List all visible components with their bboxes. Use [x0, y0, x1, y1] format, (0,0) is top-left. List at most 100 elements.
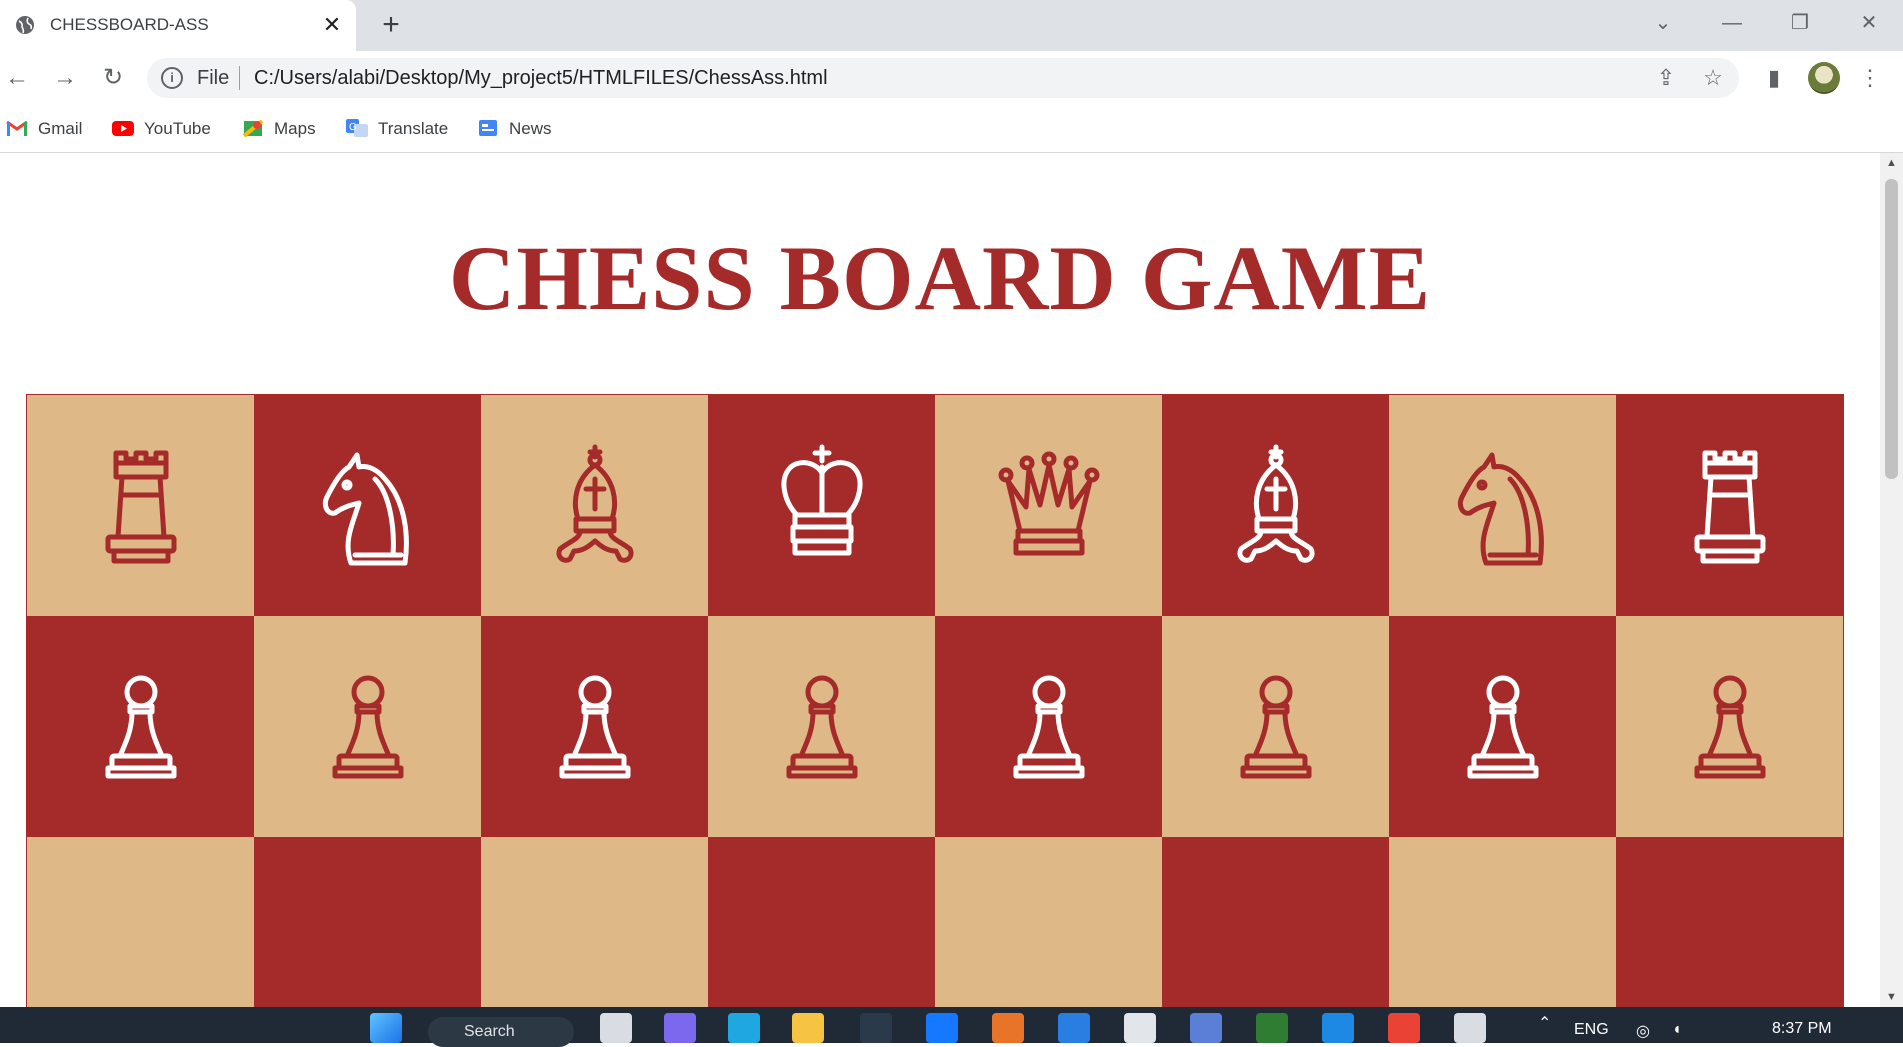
- forward-arrow-icon[interactable]: →: [50, 63, 80, 93]
- board-square[interactable]: [708, 837, 935, 1007]
- reload-icon[interactable]: ↻: [98, 63, 128, 93]
- bookmark-news[interactable]: News: [477, 116, 552, 142]
- board-square[interactable]: [708, 395, 935, 616]
- scrollbar-thumb[interactable]: [1885, 179, 1898, 479]
- chrome-icon[interactable]: [1388, 1013, 1420, 1043]
- gmail-icon: [6, 119, 28, 137]
- board-square[interactable]: [1162, 395, 1389, 616]
- board-square[interactable]: [27, 616, 254, 837]
- dropbox-icon[interactable]: [926, 1013, 958, 1043]
- file-explorer-icon[interactable]: [792, 1013, 824, 1043]
- board-square[interactable]: [254, 837, 481, 1007]
- restore-icon[interactable]: ❐: [1780, 8, 1820, 38]
- info-icon[interactable]: i: [161, 67, 183, 89]
- bookmark-star-icon[interactable]: ☆: [1699, 64, 1727, 92]
- mail-icon[interactable]: [1058, 1013, 1090, 1043]
- board-square[interactable]: [27, 395, 254, 616]
- window-close-icon[interactable]: ✕: [1849, 8, 1889, 38]
- pawn-icon: [1694, 675, 1765, 778]
- board-square[interactable]: [1389, 395, 1616, 616]
- start-windows-icon[interactable]: [370, 1013, 402, 1043]
- bookmark-label: News: [509, 119, 552, 138]
- network-globe-icon[interactable]: ◎: [1636, 1021, 1650, 1041]
- rook-icon: [1694, 450, 1765, 563]
- browser-tab[interactable]: CHESSBOARD-ASS ✕: [0, 0, 356, 51]
- king-icon: [780, 444, 863, 555]
- board-square[interactable]: [254, 395, 481, 616]
- bookmark-maps[interactable]: Maps: [242, 116, 316, 142]
- board-square[interactable]: [1162, 837, 1389, 1007]
- back-arrow-icon[interactable]: ←: [2, 63, 32, 93]
- url-text[interactable]: C:/Users/alabi/Desktop/My_project5/HTMLF…: [254, 67, 828, 90]
- pawn-icon: [1013, 675, 1084, 778]
- board-square[interactable]: [481, 616, 708, 837]
- pawn-icon: [786, 675, 857, 778]
- app-icon[interactable]: [860, 1013, 892, 1043]
- board-square[interactable]: [27, 837, 254, 1007]
- queen-icon: [998, 451, 1099, 555]
- board-square[interactable]: [1616, 837, 1843, 1007]
- app-icon-2[interactable]: [1190, 1013, 1222, 1043]
- board-square[interactable]: [1389, 616, 1616, 837]
- bookmark-label: Maps: [274, 119, 316, 138]
- chess-board: [26, 394, 1844, 1007]
- more-menu-icon[interactable]: ⋮: [1855, 63, 1885, 93]
- side-panel-icon[interactable]: ▮: [1759, 63, 1789, 93]
- teams-chat-icon[interactable]: [664, 1013, 696, 1043]
- bookmark-youtube[interactable]: YouTube: [112, 116, 211, 142]
- tab-search-chevron-down-icon[interactable]: ⌄: [1643, 8, 1683, 38]
- board-square[interactable]: [1616, 395, 1843, 616]
- search-label: Search: [464, 1023, 515, 1040]
- pawn-icon: [332, 675, 403, 778]
- bookmarks-bar: Gmail YouTube Maps G Translate News: [0, 105, 1903, 153]
- board-square[interactable]: [935, 616, 1162, 837]
- page-viewport: CHESS BOARD GAME: [0, 153, 1880, 1007]
- pawn-icon: [1240, 675, 1311, 778]
- board-square[interactable]: [481, 395, 708, 616]
- task-view-icon[interactable]: [600, 1013, 632, 1043]
- tray-chevron-up-icon[interactable]: ⌃: [1538, 1013, 1551, 1033]
- close-tab-icon[interactable]: ✕: [318, 11, 346, 39]
- tab-strip: CHESSBOARD-ASS ✕ + ⌄ — ❐ ✕: [0, 0, 1903, 51]
- board-square[interactable]: [481, 837, 708, 1007]
- knight-icon: [322, 452, 409, 565]
- bookmark-translate[interactable]: G Translate: [346, 116, 448, 142]
- edge-browser-icon[interactable]: [728, 1013, 760, 1043]
- board-square[interactable]: [1162, 616, 1389, 837]
- board-square[interactable]: [254, 616, 481, 837]
- bookmark-label: Gmail: [38, 119, 83, 138]
- omnibox-divider: [239, 66, 240, 90]
- browser-toolbar: ← → ↻ i File C:/Users/alabi/Desktop/My_p…: [0, 51, 1903, 105]
- bishop-icon: [1237, 444, 1314, 563]
- vscode-icon[interactable]: [1322, 1013, 1354, 1043]
- board-square[interactable]: [935, 837, 1162, 1007]
- notepad-icon[interactable]: [1454, 1013, 1486, 1043]
- youtube-icon: [112, 119, 134, 137]
- news-icon: [477, 119, 499, 137]
- vertical-scrollbar[interactable]: ▲ ▼: [1880, 153, 1903, 1007]
- sublime-text-icon[interactable]: [992, 1013, 1024, 1043]
- minimize-icon[interactable]: —: [1712, 8, 1752, 38]
- scheme-label: File: [197, 67, 230, 89]
- scroll-up-arrow-icon[interactable]: ▲: [1880, 153, 1903, 173]
- profile-avatar[interactable]: [1808, 62, 1840, 94]
- address-bar[interactable]: i File C:/Users/alabi/Desktop/My_project…: [147, 58, 1739, 98]
- bookmark-gmail[interactable]: Gmail: [6, 116, 82, 142]
- pawn-icon: [559, 675, 630, 778]
- scroll-down-arrow-icon[interactable]: ▼: [1880, 987, 1903, 1007]
- board-square[interactable]: [1616, 616, 1843, 837]
- pawn-icon: [1467, 675, 1538, 778]
- volume-icon[interactable]: ◖: [1672, 1021, 1682, 1039]
- share-icon[interactable]: ⇪: [1652, 64, 1680, 92]
- board-square[interactable]: [708, 616, 935, 837]
- svg-text:G: G: [349, 122, 357, 133]
- store-icon[interactable]: [1124, 1013, 1156, 1043]
- page-title: CHESS BOARD GAME: [448, 227, 1432, 329]
- board-square[interactable]: [935, 395, 1162, 616]
- new-tab-button[interactable]: +: [376, 10, 406, 40]
- language-indicator[interactable]: ENG: [1574, 1021, 1609, 1039]
- clock-time[interactable]: 8:37 PM: [1772, 1020, 1832, 1038]
- app-icon-3[interactable]: [1256, 1013, 1288, 1043]
- rook-icon: [105, 450, 176, 563]
- board-square[interactable]: [1389, 837, 1616, 1007]
